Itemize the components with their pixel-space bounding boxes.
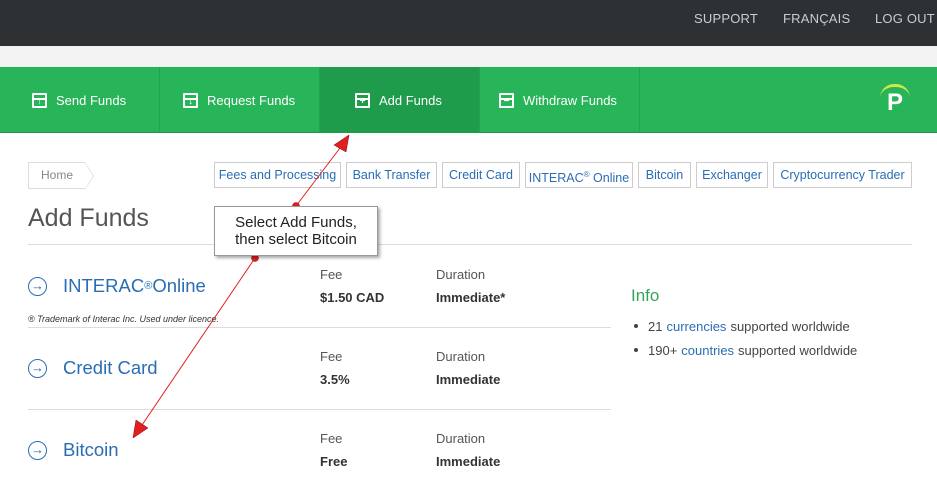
method-interac-suffix: Online bbox=[152, 275, 206, 296]
method-interac-online[interactable]: INTERAC® Online bbox=[28, 275, 206, 297]
pill-bitcoin[interactable]: Bitcoin bbox=[638, 162, 691, 188]
callout-line-1: Select Add Funds, bbox=[235, 214, 357, 231]
info-title: Info bbox=[631, 286, 660, 305]
tab-withdraw-funds[interactable]: − Withdraw Funds bbox=[480, 67, 640, 133]
fee-value: Free bbox=[320, 454, 348, 469]
info-item: 21 currencies supported worldwide bbox=[634, 314, 857, 338]
duration-value: Immediate bbox=[436, 372, 501, 387]
currencies-link[interactable]: currencies bbox=[666, 319, 726, 334]
tab-add-funds-label: Add Funds bbox=[379, 92, 442, 108]
add-funds-icon: + bbox=[355, 92, 370, 108]
method-credit-card[interactable]: Credit Card bbox=[28, 357, 158, 379]
pill-interac-name: INTERAC bbox=[528, 171, 584, 186]
trademark-note: ® Trademark of Interac Inc. Used under l… bbox=[28, 314, 220, 324]
callout-line-2: then select Bitcoin bbox=[235, 231, 357, 248]
logout-link[interactable]: LOG OUT bbox=[875, 11, 935, 26]
fee-label: Fee bbox=[320, 431, 343, 446]
fee-value: $1.50 CAD bbox=[320, 290, 385, 305]
row-divider bbox=[28, 327, 611, 328]
pill-fees-and-processing[interactable]: Fees and Processing bbox=[214, 162, 341, 188]
pill-credit-card[interactable]: Credit Card bbox=[442, 162, 520, 188]
breadcrumb-home[interactable]: Home bbox=[28, 162, 95, 190]
tab-send-funds-label: Send Funds bbox=[56, 92, 127, 108]
info-item: 190+ countries supported worldwide bbox=[634, 338, 857, 362]
fee-label: Fee bbox=[320, 267, 343, 282]
send-funds-icon: ↑ bbox=[32, 92, 47, 108]
info-item-text: supported worldwide bbox=[738, 342, 858, 358]
withdraw-funds-icon: − bbox=[499, 92, 514, 108]
countries-link[interactable]: countries bbox=[681, 343, 734, 358]
arrow-circle-icon bbox=[28, 440, 47, 460]
duration-label: Duration bbox=[436, 431, 486, 446]
duration-label: Duration bbox=[436, 267, 486, 282]
duration-label: Duration bbox=[436, 349, 486, 364]
pill-bank-transfer[interactable]: Bank Transfer bbox=[346, 162, 437, 188]
info-item-count: 21 bbox=[648, 318, 663, 334]
action-bar: ↑ Send Funds ↓ Request Funds + Add Funds… bbox=[0, 67, 937, 133]
page-title: Add Funds bbox=[28, 204, 149, 232]
fee-label: Fee bbox=[320, 349, 343, 364]
info-item-text: supported worldwide bbox=[730, 318, 850, 334]
bullet-icon bbox=[634, 348, 638, 352]
support-link[interactable]: SUPPORT bbox=[694, 11, 758, 26]
method-interac-name: INTERAC bbox=[63, 275, 145, 296]
info-item-count: 190+ bbox=[648, 342, 678, 358]
duration-value: Immediate bbox=[436, 454, 501, 469]
method-bitcoin[interactable]: Bitcoin bbox=[28, 439, 119, 461]
pill-interac-online[interactable]: INTERAC® Online bbox=[525, 162, 633, 188]
tab-send-funds[interactable]: ↑ Send Funds bbox=[0, 67, 160, 133]
annotation-callout: Select Add Funds, then select Bitcoin bbox=[214, 206, 378, 256]
method-interac-sup: ® bbox=[144, 280, 153, 292]
fee-value: 3.5% bbox=[320, 372, 350, 387]
payza-logo[interactable]: P bbox=[880, 86, 910, 120]
francais-link[interactable]: FRANÇAIS bbox=[783, 11, 850, 26]
bullet-icon bbox=[634, 324, 638, 328]
tab-withdraw-funds-label: Withdraw Funds bbox=[523, 92, 617, 108]
arrow-circle-icon bbox=[28, 358, 47, 378]
method-bitcoin-name: Bitcoin bbox=[63, 439, 119, 460]
row-divider bbox=[28, 409, 611, 410]
title-divider bbox=[28, 244, 912, 245]
pill-cryptocurrency-trader[interactable]: Cryptocurrency Trader bbox=[773, 162, 912, 188]
pill-exchanger[interactable]: Exchanger bbox=[696, 162, 768, 188]
tab-request-funds[interactable]: ↓ Request Funds bbox=[160, 67, 320, 133]
annotation-arrowhead-up bbox=[333, 134, 350, 153]
annotation-arrowhead-down bbox=[132, 419, 149, 439]
top-spacer bbox=[0, 46, 937, 67]
method-credit-card-name: Credit Card bbox=[63, 357, 158, 378]
info-list: 21 currencies supported worldwide 190+ c… bbox=[634, 314, 857, 362]
tab-add-funds[interactable]: + Add Funds bbox=[320, 67, 480, 133]
pill-interac-suffix: Online bbox=[589, 171, 630, 186]
request-funds-icon: ↓ bbox=[183, 92, 198, 108]
arrow-circle-icon bbox=[28, 276, 47, 296]
tab-request-funds-label: Request Funds bbox=[207, 92, 296, 108]
duration-value: Immediate* bbox=[436, 290, 506, 305]
